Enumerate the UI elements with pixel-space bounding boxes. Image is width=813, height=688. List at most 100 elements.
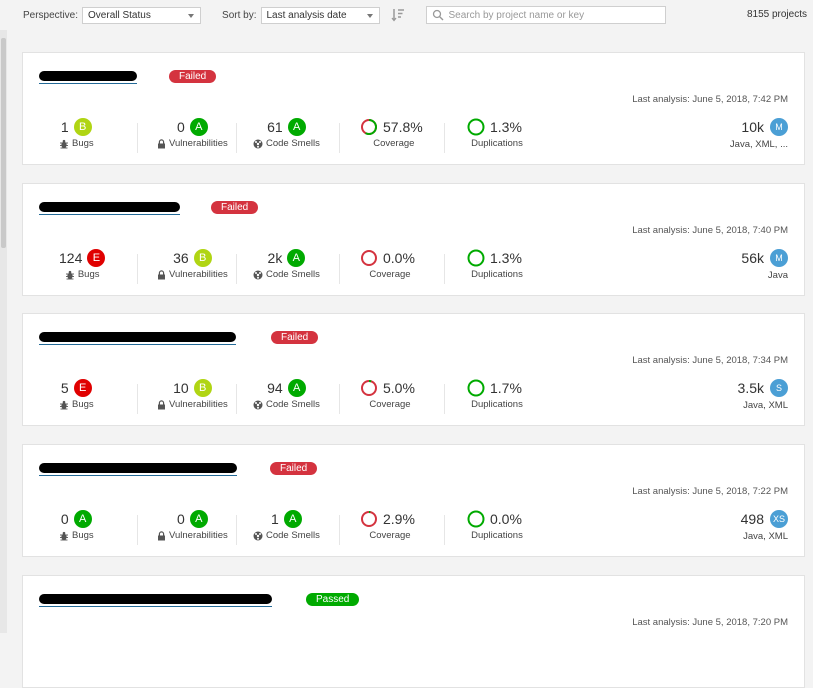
code-smells-rating[interactable]: A: [287, 379, 306, 397]
bug-icon: [60, 400, 68, 409]
code-smells-value[interactable]: 1: [271, 511, 279, 527]
bugs-value[interactable]: 124: [59, 250, 82, 266]
size-value[interactable]: 10k: [741, 119, 764, 135]
vulnerabilities-value[interactable]: 0: [177, 119, 185, 135]
code-smells-value[interactable]: 2k: [268, 250, 283, 266]
coverage-value[interactable]: 0.0%: [383, 250, 415, 266]
vulnerabilities-metric[interactable]: 0 A Vulnerabilities: [157, 509, 228, 541]
bugs-metric[interactable]: 5 E Bugs: [59, 378, 94, 410]
coverage-label: Coverage: [369, 269, 411, 280]
code-smells-rating[interactable]: A: [287, 118, 306, 136]
vulnerabilities-rating[interactable]: B: [193, 249, 212, 267]
duplications-value[interactable]: 0.0%: [490, 511, 522, 527]
size-rating: M: [770, 118, 788, 136]
size-value[interactable]: 498: [741, 511, 764, 527]
lock-icon: [158, 269, 165, 279]
size-metric[interactable]: 498 XS Java, XML: [741, 509, 788, 542]
vulnerabilities-rating[interactable]: B: [193, 379, 212, 397]
code-smells-rating[interactable]: A: [287, 249, 306, 267]
duplications-label: Duplications: [471, 138, 523, 149]
chevron-down-icon: [188, 13, 195, 18]
coverage-ring-icon: [361, 511, 377, 527]
vulnerabilities-metric[interactable]: 10 B Vulnerabilities: [157, 378, 228, 410]
languages: Java, XML: [743, 400, 788, 411]
last-analysis-date: Last analysis: June 5, 2018, 7:34 PM: [632, 355, 788, 366]
coverage-value[interactable]: 2.9%: [383, 511, 415, 527]
vulnerabilities-value[interactable]: 0: [177, 511, 185, 527]
divider: [236, 123, 237, 153]
bugs-metric[interactable]: 1 B Bugs: [59, 117, 94, 149]
coverage-value[interactable]: 5.0%: [383, 380, 415, 396]
lock-icon: [158, 530, 165, 540]
coverage-metric[interactable]: 5.0% Coverage: [360, 378, 420, 410]
duplications-value[interactable]: 1.3%: [490, 119, 522, 135]
bugs-value[interactable]: 0: [61, 511, 69, 527]
duplications-label: Duplications: [471, 269, 523, 280]
bugs-metric[interactable]: 124 E Bugs: [59, 248, 106, 280]
duplications-metric[interactable]: 1.3% Duplications: [467, 117, 527, 149]
code-smells-metric[interactable]: 1 A Code Smells: [253, 509, 320, 541]
bugs-label: Bugs: [77, 269, 100, 280]
bugs-rating[interactable]: E: [87, 249, 106, 267]
duplications-value[interactable]: 1.3%: [490, 250, 522, 266]
vulnerabilities-label: Vulnerabilities: [169, 399, 228, 410]
last-analysis-date: Last analysis: June 5, 2018, 7:40 PM: [632, 225, 788, 236]
size-rating: M: [770, 249, 788, 267]
code-smells-value[interactable]: 61: [267, 119, 283, 135]
code-smells-metric[interactable]: 2k A Code Smells: [253, 248, 320, 280]
code-smell-icon: [253, 270, 263, 279]
bugs-metric[interactable]: 0 A Bugs: [59, 509, 94, 541]
vulnerabilities-rating[interactable]: A: [189, 118, 208, 136]
project-card: Failed Last analysis: June 5, 2018, 7:42 …: [22, 52, 805, 165]
divider: [444, 254, 445, 284]
divider: [137, 384, 138, 414]
coverage-metric[interactable]: 57.8% Coverage: [360, 117, 428, 149]
sort-direction-icon[interactable]: [390, 8, 405, 22]
code-smells-metric[interactable]: 94 A Code Smells: [253, 378, 320, 410]
search-icon: [432, 9, 443, 21]
bugs-value[interactable]: 1: [61, 119, 69, 135]
quality-gate-badge: Passed: [306, 593, 360, 606]
vulnerabilities-value[interactable]: 10: [173, 380, 189, 396]
duplications-value[interactable]: 1.7%: [490, 380, 522, 396]
divider: [137, 123, 138, 153]
size-value[interactable]: 56k: [741, 250, 764, 266]
vulnerabilities-value[interactable]: 36: [173, 250, 189, 266]
duplications-metric[interactable]: 0.0% Duplications: [467, 509, 527, 541]
languages: Java, XML, ...: [729, 139, 788, 150]
size-value[interactable]: 3.5k: [738, 380, 764, 396]
code-smells-value[interactable]: 94: [267, 380, 283, 396]
divider: [236, 254, 237, 284]
code-smells-metric[interactable]: 61 A Code Smells: [253, 117, 320, 149]
coverage-ring-icon: [361, 250, 377, 266]
bugs-value[interactable]: 5: [61, 380, 69, 396]
scrollbar-thumb[interactable]: [1, 38, 6, 248]
sort-select[interactable]: Last analysis date: [260, 6, 380, 24]
size-metric[interactable]: 56k M Java: [741, 248, 788, 281]
vulnerabilities-metric[interactable]: 36 B Vulnerabilities: [157, 248, 228, 280]
coverage-value[interactable]: 57.8%: [383, 119, 423, 135]
vulnerabilities-metric[interactable]: 0 A Vulnerabilities: [157, 117, 228, 149]
bugs-rating[interactable]: E: [73, 379, 92, 397]
bugs-rating[interactable]: A: [73, 510, 92, 528]
vulnerabilities-rating[interactable]: A: [189, 510, 208, 528]
divider: [339, 123, 340, 153]
bug-icon: [60, 531, 68, 540]
coverage-label: Coverage: [369, 530, 411, 541]
coverage-metric[interactable]: 2.9% Coverage: [360, 509, 420, 541]
project-count: 8155 projects: [746, 9, 807, 20]
duplications-ring-icon: [467, 510, 485, 528]
code-smells-rating[interactable]: A: [283, 510, 302, 528]
redaction-mark: [39, 332, 236, 342]
size-metric[interactable]: 10k M Java, XML, ...: [730, 117, 788, 150]
code-smells-label: Code Smells: [266, 269, 320, 280]
search-input[interactable]: Search by project name or key: [425, 6, 666, 24]
page-scrollbar[interactable]: [0, 0, 7, 633]
duplications-metric[interactable]: 1.3% Duplications: [467, 248, 527, 280]
size-metric[interactable]: 3.5k S Java, XML: [738, 378, 788, 411]
coverage-metric[interactable]: 0.0% Coverage: [360, 248, 420, 280]
bugs-rating[interactable]: B: [73, 118, 92, 136]
code-smell-icon: [253, 139, 263, 148]
duplications-metric[interactable]: 1.7% Duplications: [467, 378, 527, 410]
perspective-select[interactable]: Overall Status: [82, 6, 202, 24]
